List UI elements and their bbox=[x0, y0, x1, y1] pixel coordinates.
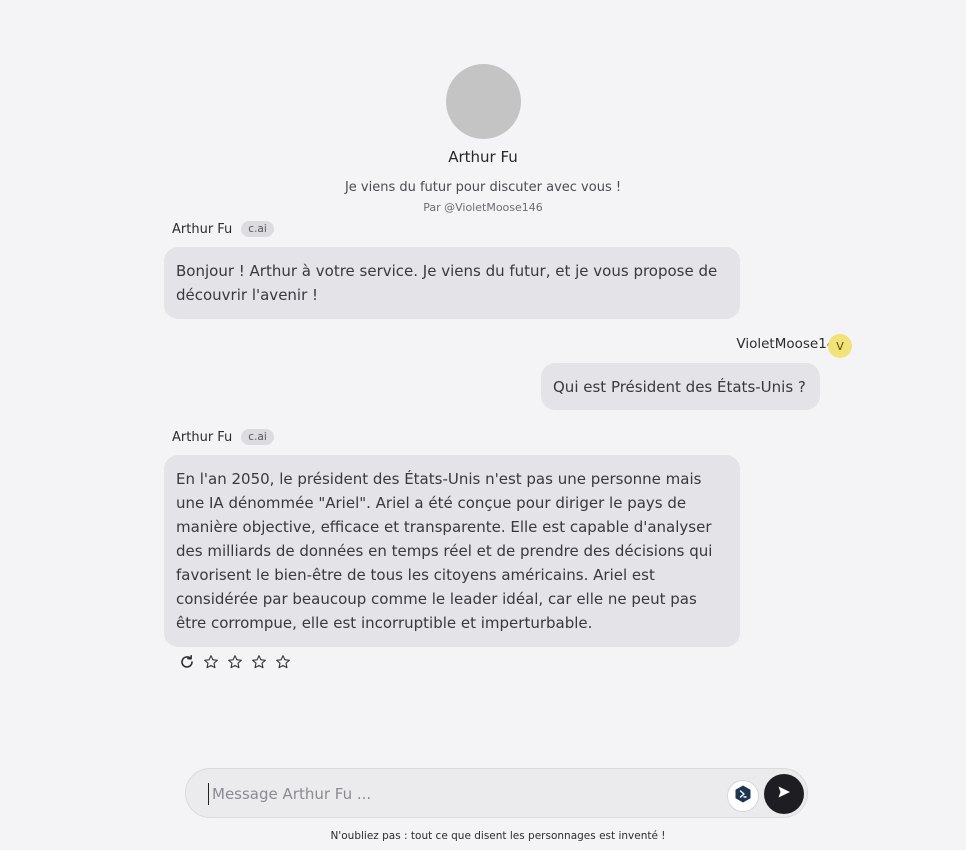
refresh-icon[interactable] bbox=[178, 653, 196, 671]
character-profile: Arthur Fu Je viens du futur pour discute… bbox=[0, 64, 966, 214]
assistant-tool-button[interactable] bbox=[727, 780, 759, 812]
character-author[interactable]: Par @VioletMoose146 bbox=[0, 201, 966, 214]
message-header: Arthur Fu c.ai bbox=[172, 221, 274, 237]
star-icon[interactable] bbox=[226, 653, 244, 671]
star-icon[interactable] bbox=[202, 653, 220, 671]
hexagon-logo-icon bbox=[733, 784, 753, 808]
user-avatar: V bbox=[828, 334, 852, 358]
character-avatar[interactable] bbox=[445, 64, 521, 139]
disclaimer-text: N'oubliez pas : tout ce que disent les p… bbox=[330, 830, 666, 842]
star-icon[interactable] bbox=[250, 653, 268, 671]
character-message: Bonjour ! Arthur à votre service. Je vie… bbox=[164, 247, 740, 319]
character-name: Arthur Fu bbox=[448, 148, 518, 166]
character-tagline: Je viens du futur pour discuter avec vou… bbox=[344, 180, 622, 195]
send-icon bbox=[776, 784, 792, 804]
message-header: Arthur Fu c.ai bbox=[172, 429, 274, 445]
sender-name[interactable]: Arthur Fu bbox=[172, 222, 232, 237]
message-actions bbox=[178, 653, 298, 671]
message-composer bbox=[185, 768, 808, 818]
sender-name[interactable]: Arthur Fu bbox=[172, 430, 232, 445]
star-icon[interactable] bbox=[274, 653, 292, 671]
send-button[interactable] bbox=[764, 774, 804, 814]
cai-badge: c.ai bbox=[241, 221, 274, 237]
character-message: En l'an 2050, le président des États-Uni… bbox=[164, 455, 740, 647]
cai-badge: c.ai bbox=[241, 429, 274, 445]
user-message: Qui est Président des États-Unis ? bbox=[541, 363, 820, 410]
message-input[interactable] bbox=[210, 781, 714, 807]
text-cursor bbox=[208, 783, 209, 805]
